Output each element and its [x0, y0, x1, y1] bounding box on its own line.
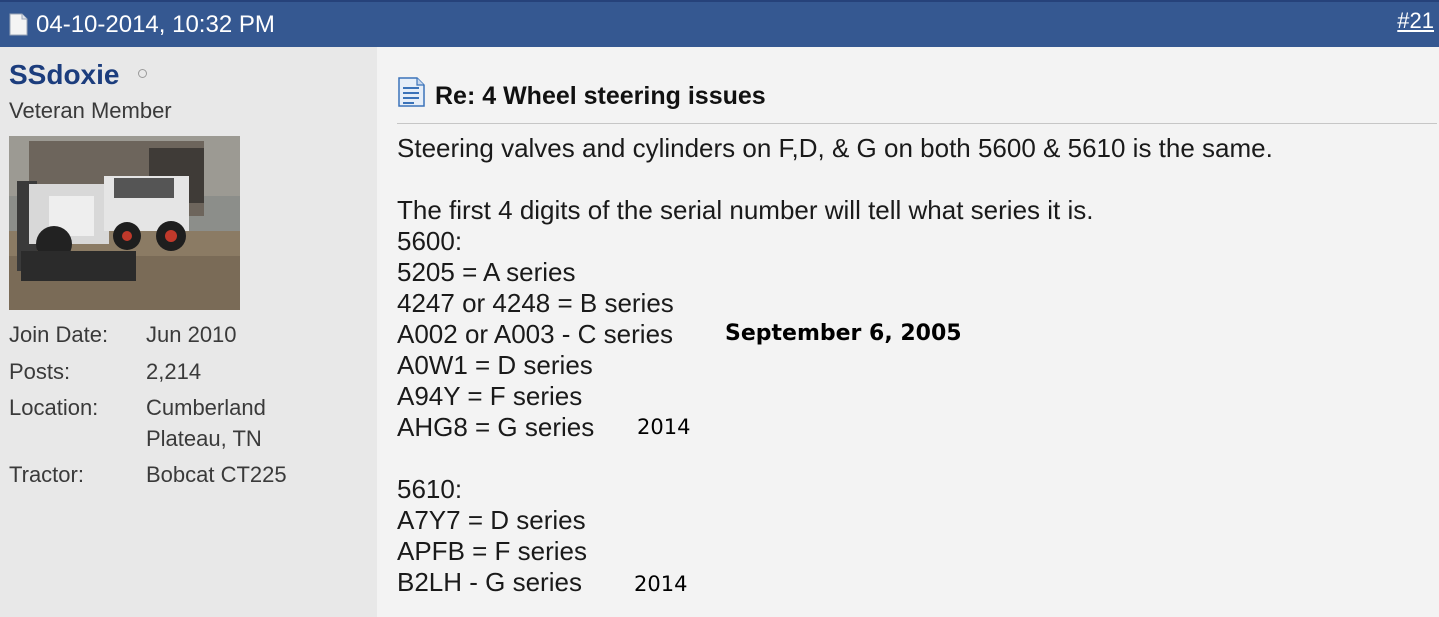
title-divider [397, 123, 1437, 124]
body-line: Steering valves and cylinders on F,D, & … [397, 133, 1273, 163]
post-document-icon [398, 77, 425, 107]
c-series-date-annotation: September 6, 2005 [725, 321, 962, 346]
post-header: 04-10-2014, 10:32 PM #21 [0, 0, 1439, 47]
location-value-line2: Plateau, TN [146, 426, 262, 451]
body-line: A0W1 = D series [397, 350, 593, 380]
posts-value: 2,214 [146, 359, 202, 384]
post-title: Re: 4 Wheel steering issues [435, 82, 766, 110]
body-line: A002 or A003 - C series [397, 319, 674, 349]
user-title: Veteran Member [9, 98, 172, 123]
body-line: 5610: [397, 474, 463, 504]
post-date: 04-10-2014, 10:32 PM [36, 11, 275, 38]
body-line: AHG8 = G series [397, 412, 595, 442]
offline-status-icon [138, 69, 147, 78]
post-number-link[interactable]: #21 [1397, 8, 1434, 34]
document-icon [9, 13, 28, 36]
username-link[interactable]: SSdoxie [9, 58, 119, 92]
body-line: 5600: [397, 226, 463, 256]
body-line: 4247 or 4248 = B series [397, 288, 674, 318]
join-date-label: Join Date: [9, 322, 109, 347]
tractor-label: Tractor: [9, 462, 84, 487]
join-date-value: Jun 2010 [146, 322, 237, 347]
avatar[interactable] [9, 136, 240, 310]
body-line: A94Y = F series [397, 381, 583, 411]
body-line: The first 4 digits of the serial number … [397, 195, 1094, 225]
location-value-line1: Cumberland [146, 395, 266, 420]
posts-label: Posts: [9, 359, 71, 384]
post-content-panel: Re: 4 Wheel steering issues Steering val… [377, 47, 1439, 617]
body-line: 5205 = A series [397, 257, 576, 287]
g-series-year-annotation: 2014 [637, 415, 691, 439]
location-label: Location: [9, 395, 99, 420]
user-info-panel: SSdoxie Veteran Member Join Date: Jun 20… [0, 47, 377, 617]
g-series-year-annotation: 2014 [634, 572, 688, 596]
body-line: APFB = F series [397, 536, 587, 566]
tractor-value: Bobcat CT225 [146, 462, 287, 487]
body-line: A7Y7 = D series [397, 505, 586, 535]
body-line: B2LH - G series [397, 567, 582, 597]
